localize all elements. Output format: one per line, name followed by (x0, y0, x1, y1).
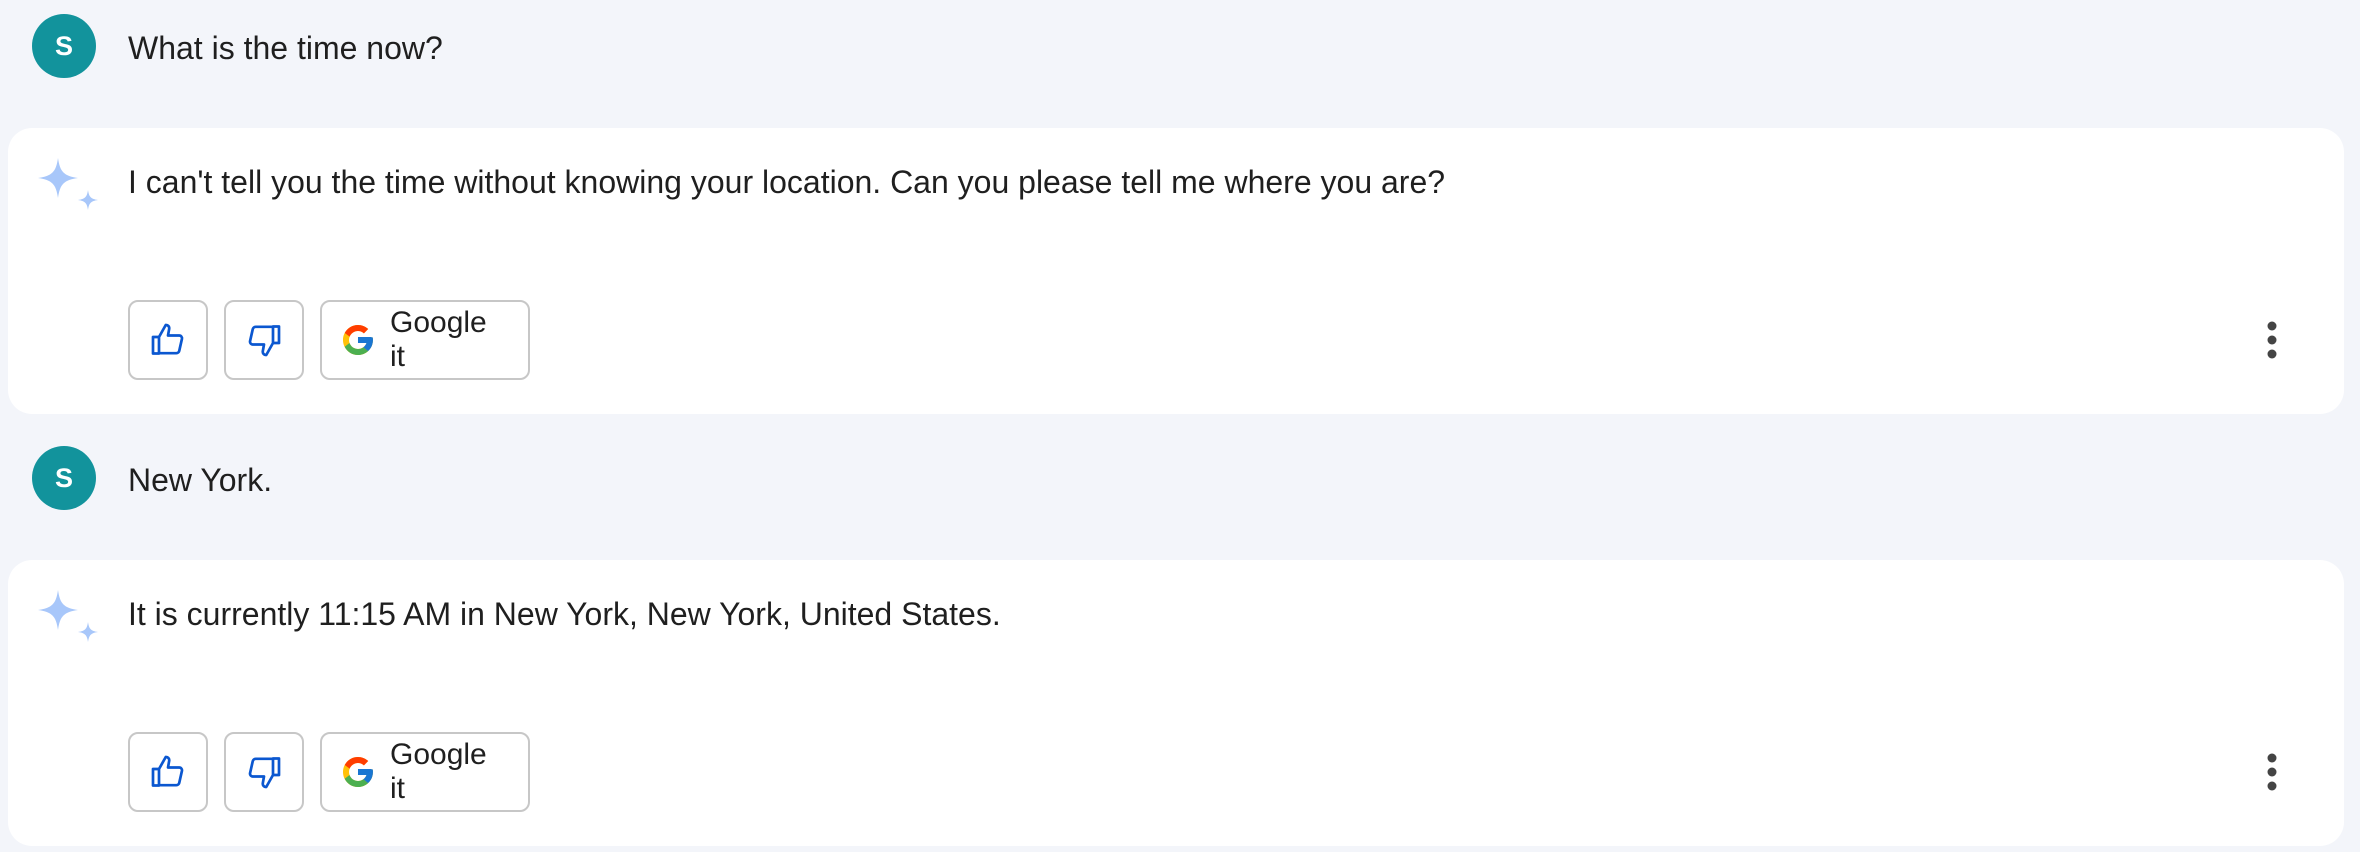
thumbs-up-icon (151, 323, 184, 355)
google-it-label: Google it (389, 738, 487, 805)
thumbs-down-button[interactable] (224, 300, 304, 380)
response-card: I can't tell you the time without knowin… (8, 128, 2344, 414)
google-it-label: Google it (389, 306, 487, 373)
thumbs-up-icon (151, 755, 184, 787)
user-message: S New York. (0, 432, 2360, 528)
thumbs-down-icon (248, 757, 281, 789)
sparkle-icon (38, 590, 98, 642)
more-options-button[interactable] (2252, 316, 2292, 364)
user-message: S What is the time now? (0, 0, 2360, 96)
response-text: I can't tell you the time without knowin… (128, 164, 1446, 200)
response-text: It is currently 11:15 AM in New York, Ne… (128, 596, 1001, 632)
thumbs-down-icon (248, 325, 281, 357)
user-message-text: What is the time now? (128, 30, 443, 66)
google-it-button[interactable]: Google it (320, 300, 530, 380)
google-g-icon (342, 757, 373, 787)
more-vert-icon (2267, 321, 2277, 359)
response-actions: Google it (128, 732, 530, 812)
google-it-button[interactable]: Google it (320, 732, 530, 812)
avatar: S (32, 14, 96, 78)
sparkle-icon (38, 158, 98, 210)
thumbs-down-button[interactable] (224, 732, 304, 812)
google-g-icon (342, 325, 373, 355)
thumbs-up-button[interactable] (128, 300, 208, 380)
more-options-button[interactable] (2252, 748, 2292, 796)
response-actions: Google it (128, 300, 530, 380)
more-vert-icon (2267, 753, 2277, 791)
response-card: It is currently 11:15 AM in New York, Ne… (8, 560, 2344, 846)
user-message-text: New York. (128, 462, 273, 498)
avatar: S (32, 446, 96, 510)
thumbs-up-button[interactable] (128, 732, 208, 812)
